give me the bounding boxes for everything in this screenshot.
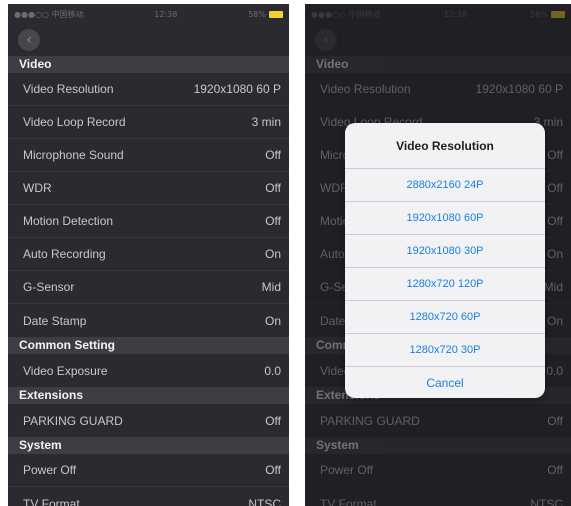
row-label: Microphone Sound xyxy=(23,148,124,162)
row-auto-recording[interactable]: Auto Recording On xyxy=(8,238,289,271)
option-1920x1080-60p[interactable]: 1920x1080 60P xyxy=(345,202,545,235)
settings-screen: ●●●○○ 中国移动 12:38 58% ‹ Video Video Resol… xyxy=(8,4,289,506)
row-value: On xyxy=(264,313,281,328)
row-value: On xyxy=(264,247,281,261)
row-label: Date Stamp xyxy=(23,313,87,328)
section-header-video: Video xyxy=(8,56,289,73)
row-video-loop-record[interactable]: Video Loop Record 3 min xyxy=(8,106,289,139)
carrier-text: ●●●○○ 中国移动 xyxy=(14,9,84,19)
nav-bar: ‹ xyxy=(8,24,289,56)
row-label: Video Resolution xyxy=(23,82,114,96)
row-g-sensor[interactable]: G-Sensor Mid xyxy=(8,271,289,304)
row-value: Off xyxy=(265,181,281,195)
row-microphone-sound[interactable]: Microphone Sound Off xyxy=(8,139,289,172)
row-label: Video Loop Record xyxy=(23,115,126,129)
option-1280x720-30p[interactable]: 1280x720 30P xyxy=(345,334,545,367)
row-video-exposure[interactable]: Video Exposure 0.0 xyxy=(8,354,289,387)
dialog-title: Video Resolution xyxy=(345,123,545,169)
row-motion-detection[interactable]: Motion Detection Off xyxy=(8,205,289,238)
row-tv-format[interactable]: TV Format NTSC xyxy=(8,487,289,506)
row-value: Mid xyxy=(261,280,281,294)
row-label: Motion Detection xyxy=(23,214,114,228)
row-value: Off xyxy=(265,413,281,428)
row-value: Off xyxy=(265,214,281,228)
status-bar: ●●●○○ 中国移动 12:38 58% xyxy=(8,4,289,24)
option-1280x720-120p[interactable]: 1280x720 120P xyxy=(345,268,545,301)
option-1280x720-60p[interactable]: 1280x720 60P xyxy=(345,301,545,334)
battery-icon xyxy=(268,10,283,18)
row-label: Power Off xyxy=(23,463,77,477)
settings-screen-with-dialog: ●●●○○ 中国移动 12:38 58% ‹ Video Video Resol… xyxy=(305,4,571,506)
row-label: G-Sensor xyxy=(23,280,75,294)
row-label: Video Exposure xyxy=(23,363,108,378)
row-power-off[interactable]: Power Off Off xyxy=(8,454,289,487)
cancel-button[interactable]: Cancel xyxy=(345,367,545,398)
clock-text: 12:38 xyxy=(154,9,178,19)
section-header-extensions: Extensions xyxy=(8,387,289,404)
row-value: 3 min xyxy=(251,115,281,129)
row-value: NTSC xyxy=(248,496,281,506)
row-value: Off xyxy=(265,148,281,162)
row-parking-guard[interactable]: PARKING GUARD Off xyxy=(8,404,289,437)
option-1920x1080-30p[interactable]: 1920x1080 30P xyxy=(345,235,545,268)
row-wdr[interactable]: WDR Off xyxy=(8,172,289,205)
back-arrow-icon: ‹ xyxy=(26,32,32,48)
row-value: 0.0 xyxy=(264,363,281,378)
option-2880x2160-24p[interactable]: 2880x2160 24P xyxy=(345,169,545,202)
row-label: TV Format xyxy=(23,496,80,506)
section-header-common: Common Setting xyxy=(8,337,289,354)
row-date-stamp[interactable]: Date Stamp On xyxy=(8,304,289,337)
row-value: 1920x1080 60 P xyxy=(193,82,281,96)
battery-text: 58% xyxy=(248,9,266,19)
row-label: PARKING GUARD xyxy=(23,413,123,428)
row-video-resolution[interactable]: Video Resolution 1920x1080 60 P xyxy=(8,73,289,106)
back-button[interactable]: ‹ xyxy=(18,29,40,51)
row-label: Auto Recording xyxy=(23,247,106,261)
row-label: WDR xyxy=(23,181,52,195)
row-value: Off xyxy=(265,463,281,477)
section-header-system: System xyxy=(8,437,289,454)
video-resolution-dialog: Video Resolution 2880x2160 24P 1920x1080… xyxy=(345,123,545,398)
battery-indicator: 58% xyxy=(248,10,283,19)
